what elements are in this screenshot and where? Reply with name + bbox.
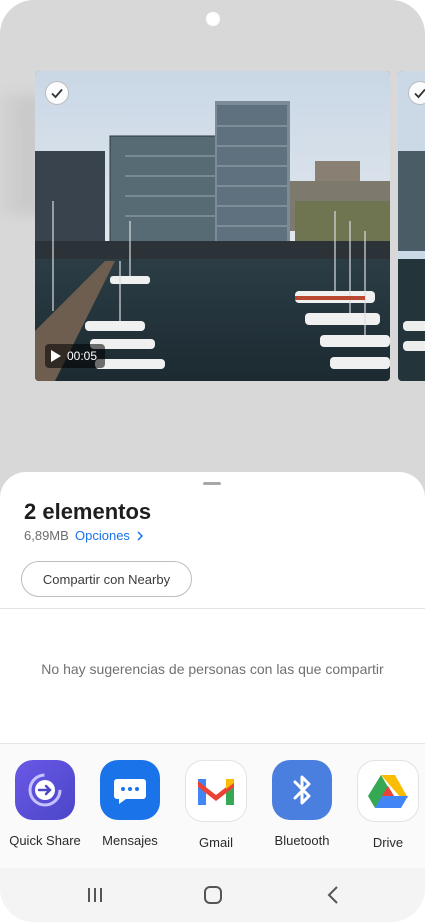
app-label: Quick Share: [9, 833, 81, 848]
video-thumbnail-second: [398, 71, 425, 381]
messages-icon: [100, 760, 160, 820]
drive-icon: [357, 760, 419, 822]
app-label: Drive: [372, 835, 404, 850]
video-thumbnail: [35, 71, 390, 381]
play-icon: [51, 350, 61, 362]
app-drive[interactable]: Drive: [345, 760, 425, 850]
home-icon[interactable]: [198, 882, 228, 908]
sheet-drag-handle[interactable]: [203, 482, 221, 485]
recents-icon[interactable]: [80, 882, 110, 908]
share-sheet: 2 elementos 6,89MB Opciones Compartir co…: [0, 472, 425, 922]
options-link[interactable]: Opciones: [75, 528, 144, 543]
app-quick-share[interactable]: Quick Share: [2, 760, 88, 848]
front-camera: [206, 12, 220, 26]
share-screen: 00:05 2 elementos 6,89MB Opciones Compar…: [0, 0, 425, 922]
selected-check-icon[interactable]: [408, 81, 425, 105]
back-icon[interactable]: [318, 882, 348, 908]
file-size: 6,89MB: [24, 528, 69, 543]
media-preview-main[interactable]: 00:05: [35, 71, 390, 381]
navigation-bar: [0, 868, 425, 922]
app-label: Gmail: [199, 835, 233, 850]
chevron-right-icon: [137, 531, 143, 541]
previous-preview-shadow: [0, 95, 40, 215]
options-label: Opciones: [75, 528, 130, 543]
video-duration: 00:05: [67, 349, 98, 363]
app-bluetooth[interactable]: Bluetooth: [259, 760, 345, 848]
media-preview-second[interactable]: [398, 71, 425, 381]
quick-share-icon: [15, 760, 75, 820]
divider: [0, 608, 425, 609]
bluetooth-icon: [272, 760, 332, 820]
nearby-share-button[interactable]: Compartir con Nearby: [21, 561, 192, 597]
app-gmail[interactable]: Gmail: [173, 760, 259, 850]
video-duration-badge: 00:05: [45, 344, 106, 368]
app-row: Quick Share Mensajes Gmail Bluetooth Dri…: [0, 743, 425, 868]
share-title: 2 elementos: [24, 499, 152, 524]
no-suggestions-text: No hay sugerencias de personas con las q…: [41, 661, 384, 677]
app-label: Bluetooth: [274, 833, 330, 848]
gmail-icon: [185, 760, 247, 822]
app-label: Mensajes: [102, 833, 158, 848]
selected-check-icon[interactable]: [45, 81, 69, 105]
app-mensajes[interactable]: Mensajes: [87, 760, 173, 848]
